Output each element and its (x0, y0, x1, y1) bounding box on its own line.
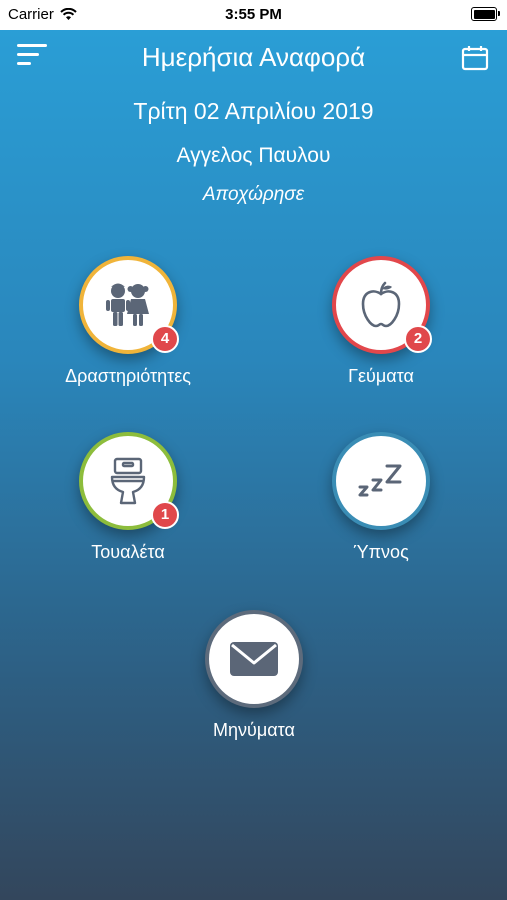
toilet-tile[interactable]: 1 Τουαλέτα (28, 432, 228, 563)
activities-circle[interactable]: 4 (79, 256, 179, 354)
children-icon (106, 283, 149, 326)
sleep-icon (358, 464, 402, 497)
status-bar: Carrier 3:55 PM (0, 0, 507, 30)
meals-tile[interactable]: 2 Γεύματα (281, 256, 481, 387)
messages-label: Μηνύματα (213, 720, 295, 740)
calendar-icon (461, 46, 489, 71)
child-status: Αποχώρησε (202, 184, 305, 205)
sleep-label: Ύπνος (353, 542, 409, 562)
meals-badge: 2 (404, 325, 432, 353)
child-name: Αγγελος Παυλου (176, 144, 331, 167)
meals-circle[interactable]: 2 (332, 256, 432, 354)
messages-circle[interactable] (205, 610, 303, 708)
activities-tile[interactable]: 4 Δραστηριότητες (28, 256, 228, 387)
activities-badge: 4 (151, 325, 179, 353)
toilet-icon (110, 457, 146, 505)
toilet-badge: 1 (151, 501, 179, 529)
battery-icon (471, 7, 500, 21)
report-date: Τρίτη 02 Απριλίου 2019 (133, 98, 374, 124)
toilet-circle[interactable]: 1 (79, 432, 179, 530)
toilet-label: Τουαλέτα (91, 542, 165, 562)
calendar-button[interactable] (461, 44, 489, 72)
page-title: Ημερήσια Αναφορά (141, 42, 366, 72)
activities-label: Δραστηριότητες (65, 366, 191, 386)
apple-icon (361, 281, 401, 328)
meals-label: Γεύματα (348, 366, 414, 386)
sleep-tile[interactable]: Ύπνος (281, 432, 481, 563)
messages-tile[interactable]: Μηνύματα (154, 610, 354, 741)
status-time: 3:55 PM (225, 6, 282, 23)
sleep-circle[interactable] (332, 432, 430, 530)
envelope-icon (230, 642, 278, 676)
